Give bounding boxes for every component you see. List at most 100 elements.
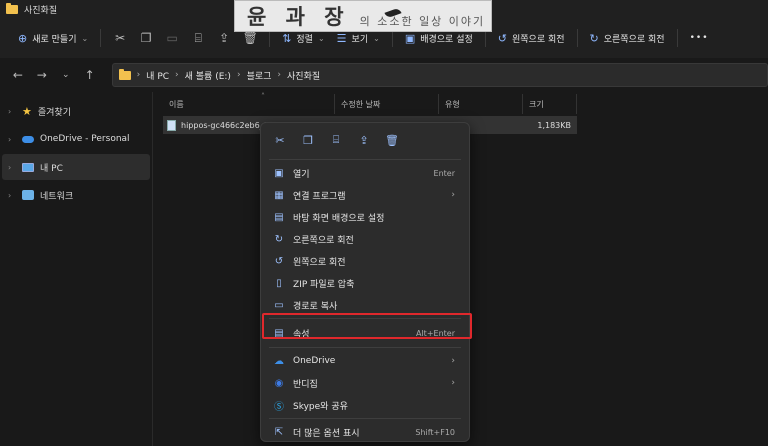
skype-icon: Ⓢ [274,401,284,413]
recent-button[interactable]: ⌄ [56,65,76,85]
new-label: 새로 만들기 [32,34,77,45]
share-button[interactable]: ⇪ [351,127,377,153]
cloud-icon [22,135,34,143]
new-button[interactable]: ⊕ 새로 만들기 ⌄ [12,26,94,50]
sidebar-item-this-pc[interactable]: › 내 PC [2,154,150,180]
network-icon [22,190,34,200]
arrow-left-icon: ← [12,68,23,82]
back-button[interactable]: ← [8,65,28,85]
arrow-right-icon: → [36,68,47,82]
open-icon: ▣ [274,167,284,179]
breadcrumb-item[interactable]: 블로그 [247,69,272,82]
sidebar-item-network[interactable]: › 네트워크 [2,182,150,208]
menu-item-label: 경로로 복사 [293,301,338,312]
sidebar-item-label: 네트워크 [40,191,74,202]
forward-button[interactable]: → [32,65,52,85]
share-icon: ⇪ [219,31,230,45]
watermark-sub: 의 소소한 일상 이야기 [359,15,486,28]
rotate-left-icon: ↺ [497,31,507,45]
plus-icon: ⊕ [18,31,28,45]
delete-button[interactable]: 🗑 [379,127,405,153]
watermark-main: 윤 과 장 [247,4,350,29]
breadcrumb-item[interactable]: 내 PC [146,69,169,82]
menu-item-label: Skype와 공유 [293,401,348,412]
up-button[interactable]: ↑ [80,65,100,85]
column-header-label: 수정한 날짜 [341,99,381,109]
menu-item-show-more-options[interactable]: ⇱ 더 많은 옵션 표시 Shift+F10 [261,421,469,443]
menu-item-label: OneDrive [293,356,336,366]
chevron-right-icon: › [136,70,141,80]
rotate-right-label: 오른쪽으로 회전 [603,34,665,45]
column-header-label: 이름 [169,99,184,109]
column-header-modified[interactable]: 수정한 날짜 [335,94,439,114]
sidebar-item-favorites[interactable]: › ★ 즐겨찾기 [2,98,150,124]
sidebar-item-label: 즐겨찾기 [37,107,71,118]
copy-icon: ❐ [140,31,152,45]
rename-icon: ⌸ [332,133,340,146]
sidebar-item-label: OneDrive - Personal [40,134,130,144]
copy-button[interactable]: ❐ [133,26,159,50]
highlight-box [262,313,472,339]
menu-item-shortcut: Enter [433,168,455,178]
trash-icon: 🗑 [242,31,258,45]
menu-item-bandizip[interactable]: ◉ 반디집 › [261,372,469,394]
breadcrumb-item[interactable]: 사진화질 [287,69,320,82]
zip-icon: ▯ [276,277,282,289]
rename-button[interactable]: ⌸ [323,127,349,153]
arrow-up-icon: ↑ [84,68,95,82]
cloud-icon: ☁ [274,355,284,367]
trash-icon: 🗑 [385,133,399,147]
copy-button[interactable]: ❐ [295,127,321,153]
rename-button[interactable]: ⌸ [185,26,211,50]
breadcrumb-item[interactable]: 새 볼륨 (E:) [185,69,231,82]
chevron-right-icon: › [8,162,12,172]
sidebar-item-onedrive[interactable]: › OneDrive - Personal [2,126,150,152]
menu-item-onedrive[interactable]: ☁ OneDrive › [261,350,469,372]
context-menu: ✂ ❐ ⌸ ⇪ 🗑 ▣ 열기 Enter ▦ 연결 프로그램 › ▤ 바탕 화면… [260,122,470,442]
paste-button[interactable]: ▭ [159,26,185,50]
column-header-label: 크기 [529,99,544,109]
menu-item-open-with[interactable]: ▦ 연결 프로그램 › [261,184,469,206]
menu-item-label: 반디집 [293,379,318,390]
menu-item-compress-zip[interactable]: ▯ ZIP 파일로 압축 [261,272,469,294]
column-header-type[interactable]: 유형 [439,94,523,114]
clipboard-icon: ▭ [166,31,178,45]
chevron-down-icon: ⌄ [81,33,89,43]
column-header-size[interactable]: 크기 [523,94,577,114]
cut-button[interactable]: ✂ [107,26,133,50]
address-row: ← → ⌄ ↑ › 내 PC › 새 볼륨 (E:) › 블로그 › 사진화질 [0,58,768,92]
rotate-right-icon: ↻ [274,233,284,245]
scissors-icon: ✂ [115,31,126,45]
more-icon: ••• [689,33,709,43]
chevron-right-icon: › [8,190,12,200]
chevron-down-icon: ⌄ [317,33,325,43]
view-icon: ☰ [336,31,347,45]
menu-item-label: 더 많은 옵션 표시 [293,428,360,439]
sort-label: 정렬 [296,34,313,45]
file-size: 1,183KB [537,120,571,130]
more-button[interactable]: ••• [684,26,715,50]
address-bar[interactable]: › 내 PC › 새 볼륨 (E:) › 블로그 › 사진화질 [111,63,768,87]
bandizip-icon: ◉ [274,377,284,389]
menu-item-rotate-left[interactable]: ↺ 왼쪽으로 회전 [261,250,469,272]
menu-item-set-desktop-background[interactable]: ▤ 바탕 화면 배경으로 설정 [261,206,469,228]
menu-item-label: 오른쪽으로 회전 [293,235,354,246]
image-file-icon [167,119,176,131]
more-options-icon: ⇱ [274,426,284,438]
folder-icon [118,68,131,80]
menu-item-open[interactable]: ▣ 열기 Enter [261,162,469,184]
menu-item-rotate-right[interactable]: ↻ 오른쪽으로 회전 [261,228,469,250]
chevron-right-icon: › [451,378,455,388]
menu-item-share-skype[interactable]: Ⓢ Skype와 공유 [261,394,469,416]
rotate-left-button[interactable]: ↺ 왼쪽으로 회전 [492,26,571,50]
menu-item-label: 바탕 화면 배경으로 설정 [293,213,385,224]
image-icon: ▤ [274,211,284,223]
cut-button[interactable]: ✂ [267,127,293,153]
path-icon: ▭ [274,299,284,311]
chevron-right-icon: › [8,134,12,144]
rotate-left-icon: ↺ [274,255,284,267]
column-header-name[interactable]: 이름 ˄ [163,92,335,114]
sort-up-icon: ˄ [261,92,265,101]
monitor-icon [22,162,34,172]
rotate-right-button[interactable]: ↻ 오른쪽으로 회전 [584,26,671,50]
